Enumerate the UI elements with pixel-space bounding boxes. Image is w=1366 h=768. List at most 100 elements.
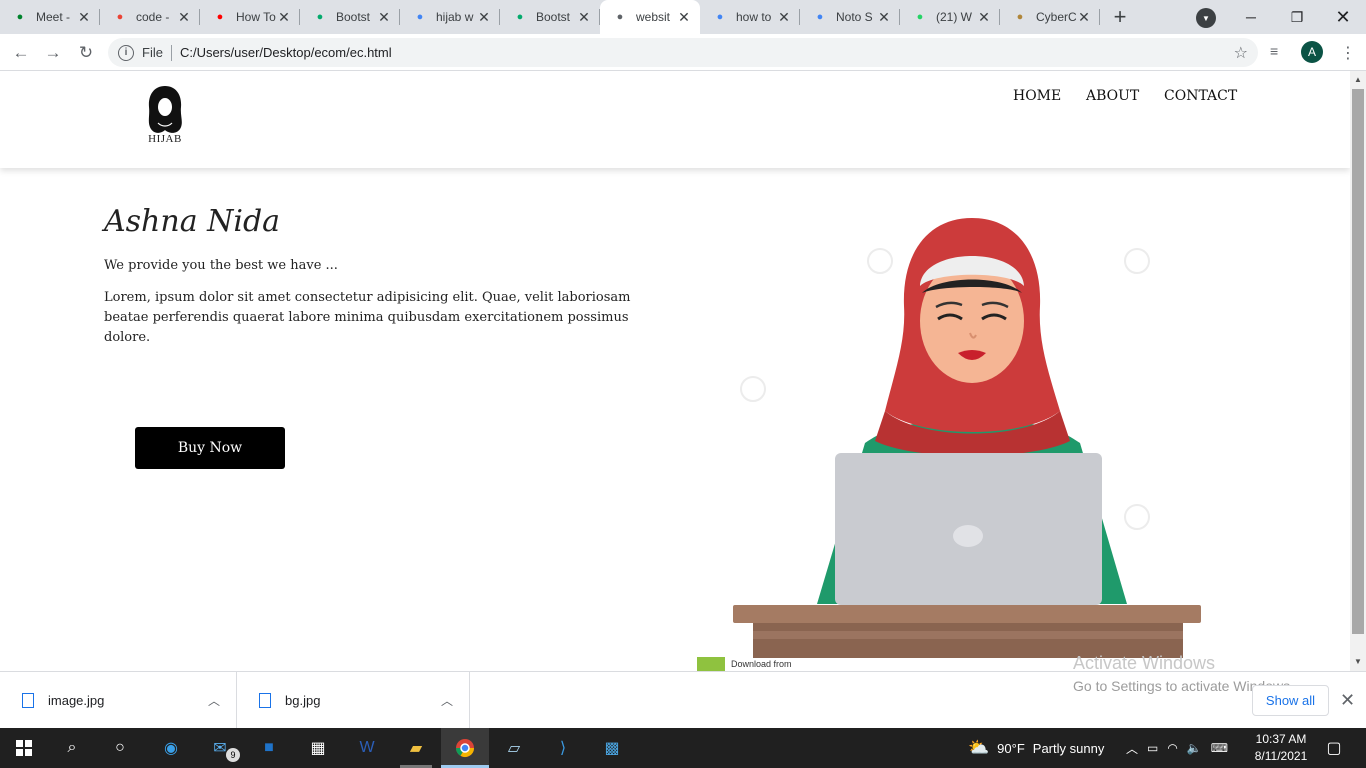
nav-about[interactable]: ABOUT (1086, 88, 1139, 104)
download-item[interactable]: bg.jpg ︿ (237, 672, 470, 729)
browser-toolbar: ← → ↻ i File C:/Users/user/Desktop/ecom/… (0, 34, 1366, 71)
tab-close-icon[interactable]: ✕ (276, 9, 292, 26)
nav-home[interactable]: HOME (1013, 88, 1061, 104)
download-filename[interactable]: image.jpg (48, 693, 104, 708)
browser-tab[interactable]: ● CyberC ✕ (1000, 0, 1100, 34)
image-caption-text: Download from (731, 659, 792, 669)
youtube-icon: ● (216, 11, 224, 23)
tab-close-icon[interactable]: ✕ (876, 9, 892, 26)
tray-chevron-up-icon[interactable]: ︿ (1126, 740, 1138, 757)
clock-date: 8/11/2021 (1254, 749, 1308, 763)
tab-list: ● Meet - ✕ ● code - ✕ ● How To ✕ ● Bootst ✕ ● hijab w… (0, 0, 1100, 34)
tab-search-icon[interactable]: ▼ (1196, 8, 1216, 28)
new-tab-button[interactable]: + (1100, 0, 1140, 34)
scroll-thumb[interactable] (1352, 89, 1364, 634)
hijab-logo[interactable]: HIJAB (140, 83, 190, 155)
google-icon: ● (716, 11, 724, 23)
bookmark-star-icon[interactable]: ☆ (1234, 43, 1248, 63)
browser-tab[interactable]: ● Meet - ✕ (0, 0, 100, 34)
task-view-icon[interactable]: ○ (108, 736, 132, 760)
chevron-up-icon[interactable]: ︿ (208, 692, 220, 709)
browser-tab[interactable]: ● How To ✕ (200, 0, 300, 34)
minimize-button[interactable]: ─ (1228, 0, 1274, 34)
restore-button[interactable]: ❐ (1274, 0, 1320, 34)
download-filename[interactable]: bg.jpg (285, 693, 320, 708)
photos-icon[interactable]: ▩ (600, 736, 624, 760)
wifi-icon[interactable]: ◠ (1167, 741, 1177, 755)
store-icon[interactable]: ▦ (306, 736, 330, 760)
tab-close-icon[interactable]: ✕ (776, 9, 792, 26)
vscode-icon[interactable]: ⟩ (551, 736, 575, 760)
image-caption: Download from (697, 657, 792, 671)
edge-icon[interactable]: ◉ (159, 736, 183, 760)
url-text[interactable]: C:/Users/user/Desktop/ecom/ec.html (180, 45, 392, 60)
tab-close-icon[interactable]: ✕ (976, 9, 992, 26)
browser-tab[interactable]: ● websit ✕ (600, 0, 700, 34)
back-icon[interactable]: ← (10, 42, 32, 64)
tab-close-icon[interactable]: ✕ (376, 9, 392, 26)
info-icon[interactable]: i (118, 44, 134, 61)
chrome-icon[interactable] (453, 736, 477, 760)
page-scrollbar[interactable]: ▲ ▼ (1350, 71, 1366, 671)
browser-tab[interactable]: ● hijab w ✕ (400, 0, 500, 34)
volume-icon[interactable]: 🔈 (1187, 741, 1202, 755)
tab-close-icon[interactable]: ✕ (76, 9, 92, 26)
reading-list-icon[interactable]: ≡ (1270, 43, 1278, 59)
download-item[interactable]: image.jpg ︿ (0, 672, 237, 729)
chevron-up-icon[interactable]: ︿ (441, 692, 453, 709)
tab-close-icon[interactable]: ✕ (676, 9, 692, 26)
hero-description: Lorem, ipsum dolor sit amet consectetur … (104, 290, 631, 345)
tab-title: Bootst (336, 10, 371, 24)
close-downloads-icon[interactable]: ✕ (1340, 690, 1355, 711)
partly-sunny-icon: ⛅ (968, 738, 990, 757)
tab-close-icon[interactable]: ✕ (576, 9, 592, 26)
browser-tab[interactable]: ● Bootst ✕ (500, 0, 600, 34)
keyboard-icon[interactable]: ⌨ (1211, 741, 1228, 755)
woman-laptop-illustration (733, 218, 1201, 658)
file-explorer-icon[interactable]: ▰ (404, 736, 428, 760)
browser-tab[interactable]: ● (21) W ✕ (900, 0, 1000, 34)
reload-icon[interactable]: ↻ (75, 42, 97, 64)
clock[interactable]: 10:37 AM 8/11/2021 (1250, 731, 1312, 765)
scroll-up-icon[interactable]: ▲ (1354, 75, 1362, 84)
tab-strip: ● Meet - ✕ ● code - ✕ ● How To ✕ ● Bootst ✕ ● hijab w… (0, 0, 1366, 34)
google-meet-icon: ● (16, 11, 24, 23)
mail-badge: 9 (226, 748, 240, 762)
downloads-bar: image.jpg ︿ bg.jpg ︿ Go to Settings to a… (0, 671, 1366, 729)
notifications-icon[interactable]: ▢ (1322, 736, 1346, 760)
file-icon (22, 693, 34, 708)
word-icon[interactable]: W (355, 736, 379, 760)
window-close-button[interactable]: ✕ (1320, 0, 1366, 34)
search-icon[interactable]: ⌕ (60, 736, 84, 760)
browser-tab[interactable]: ● how to ✕ (700, 0, 800, 34)
browser-tab[interactable]: ● Noto S ✕ (800, 0, 900, 34)
show-all-button[interactable]: Show all (1252, 685, 1329, 716)
tab-close-icon[interactable]: ✕ (176, 9, 192, 26)
page-viewport: HIJAB HOME ABOUT CONTACT Ashna Nida We p… (0, 71, 1350, 671)
hero-subtitle: We provide you the best we have ... (104, 258, 338, 273)
address-bar[interactable]: i File C:/Users/user/Desktop/ecom/ec.htm… (108, 38, 1258, 67)
profile-avatar[interactable]: A (1301, 41, 1323, 63)
scroll-down-icon[interactable]: ▼ (1354, 657, 1362, 666)
tab-close-icon[interactable]: ✕ (1076, 9, 1092, 26)
buy-now-button[interactable]: Buy Now (135, 427, 285, 469)
system-tray: ︿ ▭ ◠ 🔈 ⌨ (1126, 728, 1228, 768)
globe-icon: ● (616, 11, 624, 23)
battery-icon[interactable]: ▭ (1147, 741, 1158, 755)
tab-title: hijab w (436, 10, 474, 24)
activate-windows-title: Activate Windows (1073, 653, 1216, 671)
windows-start-icon[interactable] (12, 736, 36, 760)
notepad-icon[interactable]: ▱ (502, 736, 526, 760)
scheme-label: File (142, 45, 163, 60)
browser-tab[interactable]: ● code - ✕ (100, 0, 200, 34)
tab-separator (1099, 9, 1100, 25)
menu-icon[interactable]: ⋮ (1340, 43, 1356, 63)
browser-tab[interactable]: ● Bootst ✕ (300, 0, 400, 34)
nav-contact[interactable]: CONTACT (1164, 88, 1237, 104)
outlook-icon[interactable]: ■ (257, 736, 281, 760)
file-icon (259, 693, 271, 708)
forward-icon[interactable]: → (42, 42, 64, 64)
tab-title: (21) W (936, 10, 972, 24)
tab-close-icon[interactable]: ✕ (476, 9, 492, 26)
weather-widget[interactable]: ⛅ 90°F Partly sunny (968, 728, 1104, 768)
